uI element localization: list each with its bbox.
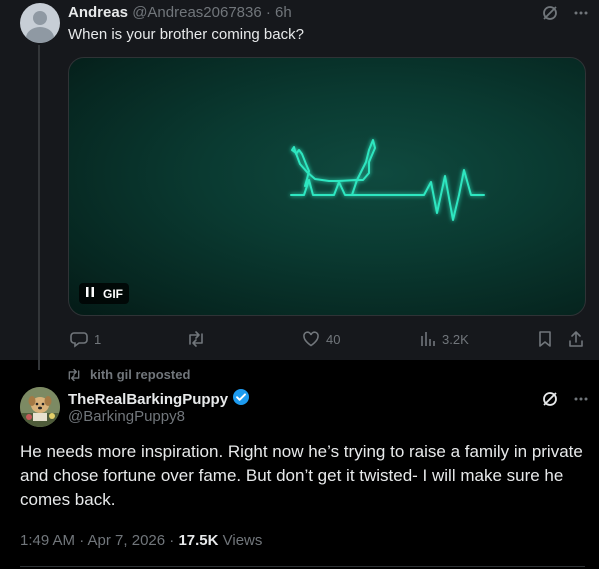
gif-label: GIF (103, 286, 123, 301)
gif-badge[interactable]: GIF (79, 283, 129, 304)
timestamp[interactable]: 6h (275, 4, 292, 21)
views-icon (420, 330, 436, 348)
repost-context[interactable]: kith gil reposted (66, 367, 190, 382)
tweet-text: He needs more inspiration. Right now he’… (20, 442, 583, 509)
divider (20, 566, 585, 567)
heartbeat-cat-animation (290, 139, 485, 221)
views-count: 3.2K (442, 331, 469, 347)
views-button[interactable]: 3.2K (420, 330, 469, 348)
tweet1-top-actions (541, 4, 589, 22)
repost-icon (186, 330, 206, 348)
tweet1-header: Andreas @Andreas2067836 · 6h (68, 4, 292, 21)
separator: · (265, 4, 271, 21)
like-count: 40 (326, 331, 341, 347)
author-handle[interactable]: @BarkingPuppy8 (68, 408, 185, 425)
author-name[interactable]: TheRealBarkingPuppy (68, 391, 228, 408)
views-count: 17.5K (178, 532, 219, 549)
bookmark-icon (537, 330, 553, 348)
share-button[interactable] (568, 330, 584, 348)
tweet-text: When is your brother coming back? (68, 26, 304, 43)
more-icon[interactable] (573, 391, 589, 407)
tweet2-top-actions (541, 390, 589, 408)
repost-icon (66, 368, 82, 382)
like-button[interactable]: 40 (302, 330, 340, 348)
repost-button[interactable] (186, 330, 206, 348)
bookmark-button[interactable] (537, 330, 553, 348)
tweet2-author[interactable]: TheRealBarkingPuppy (68, 388, 250, 410)
repost-label: kith gil reposted (90, 367, 191, 382)
reply-count: 1 (94, 331, 102, 347)
views-label: Views (218, 532, 263, 549)
tweet-andreas[interactable]: Andreas @Andreas2067836 · 6h When is you… (0, 0, 599, 370)
avatar-barkingpuppy[interactable] (20, 387, 60, 427)
gif-media[interactable] (68, 57, 586, 316)
share-icon (568, 330, 584, 348)
grok-icon[interactable] (541, 4, 559, 22)
author-name[interactable]: Andreas (68, 4, 128, 21)
reply-button[interactable]: 1 (70, 330, 101, 348)
avatar-andreas[interactable] (20, 3, 60, 43)
thread-line (38, 45, 40, 370)
pause-icon[interactable] (85, 286, 95, 301)
tweet-meta: 1:49 AM · Apr 7, 2026 · 17.5K Views (20, 532, 262, 549)
author-handle[interactable]: @Andreas2067836 (132, 4, 262, 21)
reply-icon (70, 330, 88, 348)
grok-icon[interactable] (541, 390, 559, 408)
like-icon (302, 330, 320, 348)
more-icon[interactable] (573, 5, 589, 21)
timestamp[interactable]: 1:49 AM · Apr 7, 2026 · (20, 532, 178, 549)
verified-badge-icon (232, 388, 250, 410)
